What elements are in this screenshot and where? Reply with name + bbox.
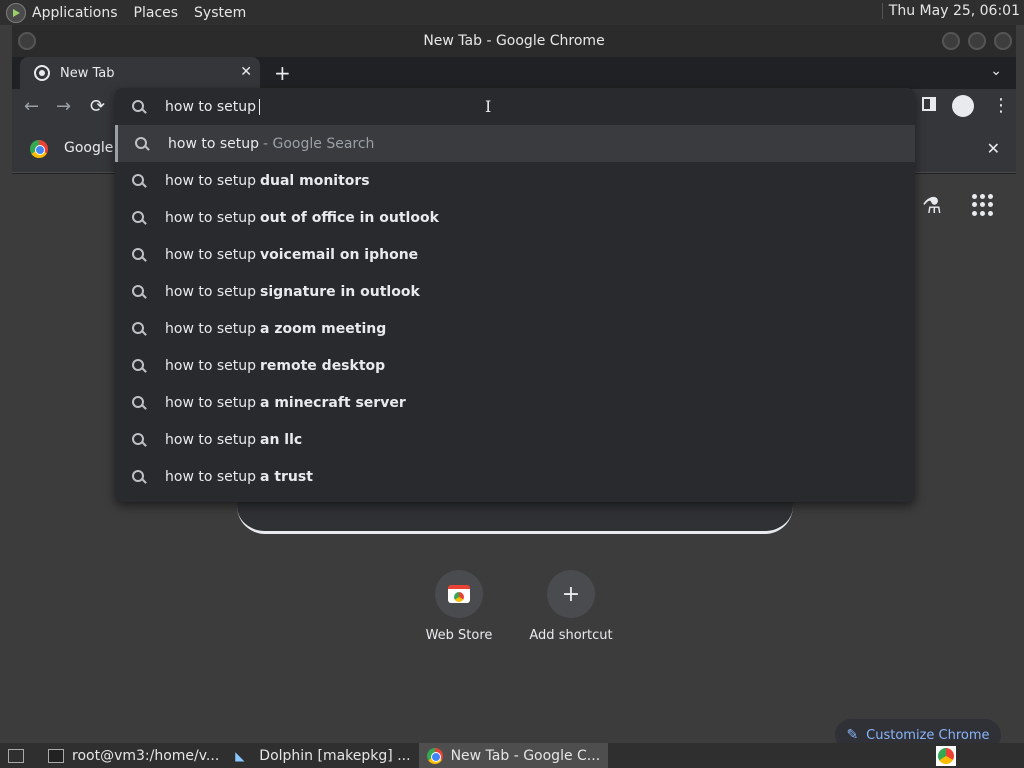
menu-places[interactable]: Places xyxy=(134,5,179,21)
suggestion-item[interactable]: how to setup dual monitors xyxy=(115,162,915,199)
shortcut-label: Add shortcut xyxy=(529,628,613,643)
suggestion-completion: remote desktop xyxy=(260,357,386,374)
menu-system[interactable]: System xyxy=(194,5,246,21)
new-tab-plus-icon[interactable]: + xyxy=(274,61,291,85)
suggestion-prefix: how to setup xyxy=(165,357,256,374)
suggestion-item[interactable]: how to setup - Google Search xyxy=(115,125,915,162)
chrome-favicon-icon xyxy=(34,65,50,81)
suggestion-item[interactable]: how to setup voicemail on iphone xyxy=(115,236,915,273)
suggestion-prefix: how to setup xyxy=(165,468,256,485)
window-titlebar[interactable]: New Tab - Google Chrome xyxy=(12,25,1016,57)
suggestion-item[interactable]: how to setup out of office in outlook xyxy=(115,199,915,236)
taskbar-item-terminal[interactable]: root@vm3:/home/v... xyxy=(40,743,227,768)
clock[interactable]: Thu May 25, 06:01 xyxy=(881,3,1020,19)
suggestion-completion: an llc xyxy=(260,431,303,448)
customize-label: Customize Chrome xyxy=(866,727,990,743)
tab-strip: New Tab ✕ + ⌄ xyxy=(12,57,1016,89)
maximize-button[interactable] xyxy=(968,32,986,50)
distro-logo-icon[interactable] xyxy=(6,2,26,23)
search-icon xyxy=(134,136,150,152)
tab-new-tab[interactable]: New Tab ✕ xyxy=(20,57,260,89)
suggestion-prefix: how to setup xyxy=(165,209,256,226)
minimize-button[interactable] xyxy=(942,32,960,50)
apps-grid-icon[interactable] xyxy=(972,194,994,216)
search-icon xyxy=(131,247,147,263)
window-menu-button[interactable] xyxy=(18,32,36,50)
suggestion-item[interactable]: how to setup a minecraft server xyxy=(115,384,915,421)
shortcut-web-store[interactable]: Web Store xyxy=(409,570,509,643)
desktop-icon xyxy=(8,748,24,763)
top-panel: Applications Places System Thu May 25, 0… xyxy=(0,0,1024,25)
address-bar-input[interactable]: how to setup I xyxy=(115,88,915,125)
terminal-icon xyxy=(48,748,64,763)
suggestion-prefix: how to setup xyxy=(165,283,256,300)
taskbar-label: root@vm3:/home/v... xyxy=(72,747,220,764)
kebab-menu-icon[interactable]: ⋮ xyxy=(992,95,1010,116)
side-panel-icon[interactable] xyxy=(922,97,936,111)
suggestion-prefix: how to setup xyxy=(165,246,256,263)
add-plus-icon: + xyxy=(561,581,581,607)
suggestion-prefix: how to setup xyxy=(165,431,256,448)
search-icon xyxy=(131,432,147,448)
tab-label: New Tab xyxy=(60,65,115,81)
suggestion-item[interactable]: how to setup an llc xyxy=(115,421,915,458)
taskbar-label: New Tab - Google C... xyxy=(450,747,601,764)
profile-avatar-icon[interactable] xyxy=(952,95,974,117)
search-icon xyxy=(131,395,147,411)
pencil-icon: ✎ xyxy=(846,727,859,743)
suggestion-prefix: how to setup xyxy=(168,135,259,152)
suggestion-prefix: how to setup xyxy=(165,172,256,189)
text-caret xyxy=(259,98,260,115)
chrome-logo-icon xyxy=(30,140,48,158)
search-icon xyxy=(131,173,147,189)
show-desktop-button[interactable] xyxy=(0,743,40,768)
close-window-button[interactable] xyxy=(994,32,1012,50)
suggestion-hint: - Google Search xyxy=(263,135,375,152)
taskbar-item-chrome[interactable]: New Tab - Google C... xyxy=(418,743,609,768)
search-icon xyxy=(131,284,147,300)
forward-arrow-icon[interactable]: → xyxy=(56,96,71,117)
suggestion-item[interactable]: how to setup signature in outlook xyxy=(115,273,915,310)
suggestion-completion: signature in outlook xyxy=(260,283,420,300)
reload-icon[interactable]: ⟳ xyxy=(90,96,105,117)
taskbar-label: Dolphin [makepkg] ... xyxy=(259,747,411,764)
suggestion-completion: dual monitors xyxy=(260,172,370,189)
suggestion-prefix: how to setup xyxy=(165,320,256,337)
mouse-ibeam-cursor-icon: I xyxy=(485,97,492,116)
close-bar-icon[interactable]: ✕ xyxy=(987,139,1000,158)
suggestion-completion: a trust xyxy=(260,468,313,485)
menu-applications[interactable]: Applications xyxy=(32,5,118,21)
search-icon xyxy=(131,469,147,485)
tray-chrome-icon[interactable] xyxy=(936,746,956,766)
suggestion-completion: a zoom meeting xyxy=(260,320,387,337)
omnibox-dropdown: how to setup I how to setup - Google Sea… xyxy=(115,88,915,502)
search-icon xyxy=(131,321,147,337)
search-icon xyxy=(131,358,147,374)
chrome-icon xyxy=(426,747,443,764)
suggestion-prefix: how to setup xyxy=(165,394,256,411)
search-icon xyxy=(131,210,147,226)
web-store-icon xyxy=(448,585,470,603)
back-arrow-icon[interactable]: ← xyxy=(24,96,39,117)
shortcut-label: Web Store xyxy=(425,628,493,643)
labs-flask-icon[interactable]: ⚗ xyxy=(922,194,942,219)
suggestion-completion: out of office in outlook xyxy=(260,209,439,226)
window-title: New Tab - Google Chrome xyxy=(423,33,605,49)
suggestion-completion: a minecraft server xyxy=(260,394,406,411)
address-bar-value: how to setup xyxy=(165,98,256,115)
shortcut-add[interactable]: + Add shortcut xyxy=(521,570,621,643)
tab-search-chevron-icon[interactable]: ⌄ xyxy=(990,63,1002,79)
taskbar: root@vm3:/home/v... ◣ Dolphin [makepkg] … xyxy=(0,743,1024,768)
suggestion-item[interactable]: how to setup a trust xyxy=(115,458,915,495)
suggestion-completion: voicemail on iphone xyxy=(260,246,419,263)
search-icon xyxy=(131,99,147,115)
suggestion-item[interactable]: how to setup a zoom meeting xyxy=(115,310,915,347)
suggestion-item[interactable]: how to setup remote desktop xyxy=(115,347,915,384)
dolphin-icon: ◣ xyxy=(235,748,245,763)
taskbar-item-dolphin[interactable]: ◣ Dolphin [makepkg] ... xyxy=(227,743,418,768)
close-tab-icon[interactable]: ✕ xyxy=(240,64,252,80)
